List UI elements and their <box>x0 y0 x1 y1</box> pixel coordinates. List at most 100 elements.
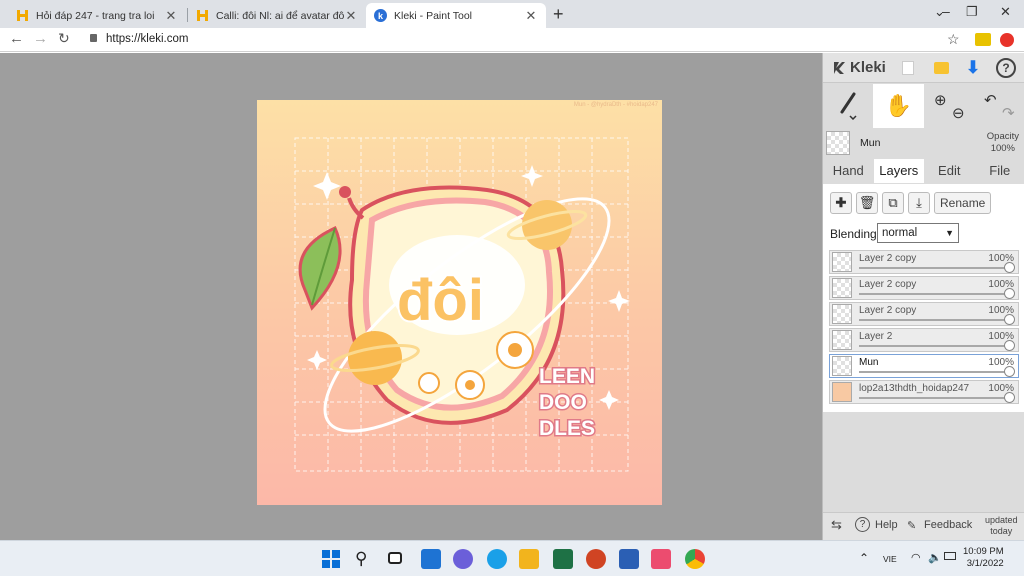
task-view-icon[interactable] <box>388 552 402 564</box>
close-tab-icon[interactable]: ✕ <box>344 8 358 24</box>
tab-hand[interactable]: Hand <box>823 159 874 183</box>
dropdown-arrow-icon: ▼ <box>945 228 954 238</box>
slider-knob[interactable] <box>1004 366 1015 377</box>
tray-chevron-icon[interactable]: ⌃ <box>859 551 869 565</box>
duplicate-layer-icon[interactable]: ⧉ <box>882 192 904 214</box>
excel-icon[interactable] <box>553 549 573 569</box>
browser-tab-calli[interactable]: Calli: đôi Nl: ai để avatar đôi zới t ✕ <box>188 3 366 28</box>
browser-tab-hoidap[interactable]: Hỏi đáp 247 - trang tra loi ✕ <box>8 3 186 28</box>
kleki-logo[interactable]: Kleki <box>831 59 886 76</box>
start-icon[interactable] <box>321 549 341 569</box>
merge-layer-icon[interactable]: ⤓ <box>908 192 930 214</box>
layer-thumbnail <box>832 382 852 402</box>
kleki-logo-text: Kleki <box>850 59 886 76</box>
delete-layer-icon[interactable]: 🗑 <box>856 192 878 214</box>
close-tab-icon[interactable]: ✕ <box>164 8 178 24</box>
help-circle-icon[interactable]: ? <box>855 517 870 532</box>
close-tab-icon[interactable]: ✕ <box>524 8 538 24</box>
back-icon[interactable]: ← <box>9 30 24 47</box>
history-tools: ↶ ↷ <box>974 84 1024 128</box>
opacity-value: 100% <box>990 143 1015 154</box>
address-bar: ← → ↻ https://kleki.com ☆ <box>0 28 1024 52</box>
new-tab-icon[interactable]: + <box>553 4 564 25</box>
lock-icon[interactable] <box>90 34 97 42</box>
zoom-in-icon[interactable]: ⊕ <box>934 91 947 109</box>
edge-icon[interactable] <box>487 549 507 569</box>
layer-opacity-slider[interactable] <box>859 293 1012 295</box>
layer-item[interactable]: Layer 2 copy 100% <box>829 250 1019 274</box>
minimize-icon[interactable]: – <box>942 3 950 19</box>
tab-title: Hỏi đáp 247 - trang tra loi <box>36 9 155 22</box>
tab-file[interactable]: File <box>975 159 1024 183</box>
undo-icon[interactable]: ↶ <box>984 91 997 109</box>
layer-opacity-slider[interactable] <box>859 319 1012 321</box>
close-window-icon[interactable]: ✕ <box>1000 4 1011 20</box>
slider-knob[interactable] <box>1004 288 1015 299</box>
add-layer-icon[interactable]: ✚ <box>830 192 852 214</box>
redo-icon[interactable]: ↷ <box>1002 104 1015 122</box>
current-layer-name: Mun <box>860 137 881 149</box>
artwork-canvas[interactable]: Mun - @hydraDth - #hoidap247 đôi LEEN DO… <box>257 100 662 505</box>
canvas-area[interactable]: Mun - @hydraDth - #hoidap247 đôi LEEN DO… <box>0 53 822 540</box>
layer-opacity-slider[interactable] <box>859 371 1012 373</box>
feedback-link[interactable]: Feedback <box>924 519 972 531</box>
language-indicator[interactable]: VIE <box>883 554 897 564</box>
brand-line-2: DOO <box>539 391 587 414</box>
tab-title: Calli: đôi Nl: ai để avatar đôi zới t <box>216 9 344 22</box>
tab-title: Kleki - Paint Tool <box>394 9 473 22</box>
open-folder-icon[interactable] <box>931 58 951 78</box>
layer-item[interactable]: Layer 2 copy 100% <box>829 276 1019 300</box>
tab-layers[interactable]: Layers <box>873 159 924 183</box>
hoidap-favicon-icon <box>197 10 208 21</box>
powerpoint-icon[interactable] <box>586 549 606 569</box>
current-layer-thumbnail <box>826 131 850 155</box>
clock-date: 3/1/2022 <box>966 558 1004 569</box>
search-icon[interactable]: ⚲ <box>355 549 375 569</box>
zoom-out-icon[interactable]: ⊖ <box>952 104 965 122</box>
download-icon[interactable]: ⬇ <box>963 58 983 78</box>
slider-knob[interactable] <box>1004 392 1015 403</box>
layer-name: Layer 2 copy <box>859 253 917 264</box>
extension-icon[interactable] <box>975 33 991 46</box>
chrome-icon[interactable] <box>685 549 705 569</box>
battery-icon[interactable] <box>944 552 956 560</box>
word-icon[interactable] <box>619 549 639 569</box>
rename-button[interactable]: Rename <box>934 192 992 214</box>
layer-item[interactable]: lop2a13thdth_hoidap247 100% <box>829 380 1019 404</box>
hand-tool-icon[interactable]: ✋ <box>873 84 924 128</box>
star-icon[interactable]: ☆ <box>947 31 960 48</box>
url-field[interactable]: https://kleki.com <box>106 33 188 45</box>
restore-icon[interactable]: ❐ <box>966 4 978 20</box>
forward-icon[interactable]: → <box>33 30 48 47</box>
slider-knob[interactable] <box>1004 340 1015 351</box>
layer-opacity-slider[interactable] <box>859 267 1012 269</box>
widgets-icon[interactable] <box>421 549 441 569</box>
reload-icon[interactable]: ↻ <box>58 30 70 47</box>
swap-side-icon[interactable]: ⇆ <box>831 517 842 533</box>
brand-line-1: LEEN <box>539 365 595 388</box>
file-explorer-icon[interactable] <box>519 549 539 569</box>
brush-tool-icon[interactable] <box>823 84 873 128</box>
slider-knob[interactable] <box>1004 314 1015 325</box>
volume-icon[interactable]: 🔈 <box>928 551 942 564</box>
help-link[interactable]: Help <box>875 519 898 531</box>
browser-tab-kleki[interactable]: k Kleki - Paint Tool ✕ <box>366 3 546 28</box>
layer-list: Layer 2 copy 100% Layer 2 copy 100% Laye… <box>823 247 1024 412</box>
snipping-tool-icon[interactable] <box>651 549 671 569</box>
help-icon[interactable]: ? <box>996 58 1016 78</box>
layer-opacity-slider[interactable] <box>859 345 1012 347</box>
layer-item[interactable]: Layer 2 copy 100% <box>829 302 1019 326</box>
slider-knob[interactable] <box>1004 262 1015 273</box>
feedback-icon[interactable]: ✎ <box>907 519 916 532</box>
new-image-icon[interactable] <box>898 58 918 78</box>
layer-item[interactable]: Layer 2 100% <box>829 328 1019 352</box>
layer-name: Layer 2 copy <box>859 279 917 290</box>
wifi-icon[interactable]: ◠ <box>911 551 921 564</box>
profile-icon[interactable] <box>1000 33 1014 47</box>
tab-edit[interactable]: Edit <box>924 159 975 183</box>
clock[interactable]: 10:09 PM 3/1/2022 <box>963 546 1004 570</box>
blending-select[interactable]: normal ▼ <box>877 223 959 243</box>
teams-chat-icon[interactable] <box>453 549 473 569</box>
layer-opacity-slider[interactable] <box>859 397 1012 399</box>
layer-item-active[interactable]: Mun 100% <box>829 354 1019 378</box>
